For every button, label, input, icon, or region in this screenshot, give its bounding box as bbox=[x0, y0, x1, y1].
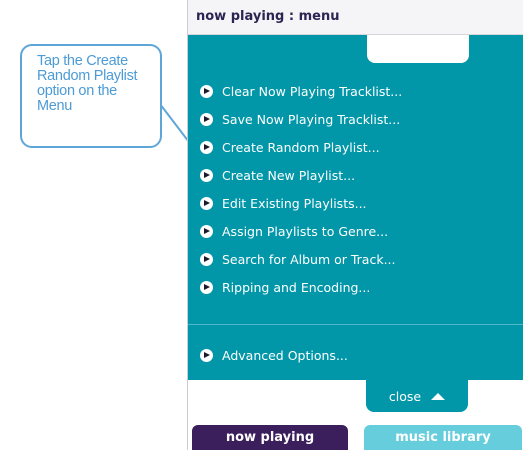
menu-item-clear-tracklist[interactable]: Clear Now Playing Tracklist... bbox=[200, 81, 402, 101]
tab-now-playing[interactable]: now playing bbox=[192, 425, 348, 450]
play-arrow-icon bbox=[200, 280, 213, 294]
play-arrow-icon bbox=[200, 112, 213, 126]
play-arrow-icon bbox=[200, 196, 213, 210]
close-label: close bbox=[388, 388, 422, 404]
menu-item-label: Create New Playlist... bbox=[222, 167, 356, 183]
tab-label: now playing bbox=[225, 430, 315, 445]
menu-item-label: Assign Playlists to Genre... bbox=[222, 223, 389, 239]
close-strip bbox=[188, 380, 523, 415]
play-arrow-icon bbox=[200, 84, 213, 98]
menu-item-save-tracklist[interactable]: Save Now Playing Tracklist... bbox=[200, 109, 400, 129]
play-arrow-icon bbox=[200, 168, 213, 182]
menu-tab-notch bbox=[367, 35, 469, 63]
menu-item-label: Clear Now Playing Tracklist... bbox=[222, 83, 403, 99]
menu-item-label: Save Now Playing Tracklist... bbox=[222, 111, 401, 127]
menu-item-label: Edit Existing Playlists... bbox=[222, 195, 367, 211]
tab-label: music library bbox=[395, 430, 491, 445]
play-arrow-icon bbox=[200, 140, 213, 154]
menu-item-advanced-options[interactable]: Advanced Options... bbox=[200, 345, 348, 365]
callout-text: Tap the Create Random Playlist option on… bbox=[37, 53, 138, 114]
device-panel: now playing : menu Clear Now Playing Tra… bbox=[187, 0, 523, 450]
menu-item-search-album-track[interactable]: Search for Album or Track... bbox=[200, 249, 396, 269]
play-arrow-icon bbox=[200, 252, 213, 266]
menu-item-edit-playlists[interactable]: Edit Existing Playlists... bbox=[200, 193, 367, 213]
menu-item-label: Search for Album or Track... bbox=[222, 251, 396, 267]
title-bar: now playing : menu bbox=[188, 0, 523, 35]
menu-item-create-new-playlist[interactable]: Create New Playlist... bbox=[200, 165, 355, 185]
menu-divider bbox=[188, 324, 523, 325]
tab-music-library[interactable]: music library bbox=[364, 425, 522, 450]
callout-box: Tap the Create Random Playlist option on… bbox=[20, 44, 162, 148]
menu-item-ripping-encoding[interactable]: Ripping and Encoding... bbox=[200, 277, 370, 297]
page-title: now playing : menu bbox=[196, 9, 340, 24]
menu-item-create-random-playlist[interactable]: Create Random Playlist... bbox=[200, 137, 380, 157]
menu-item-label: Create Random Playlist... bbox=[222, 139, 380, 155]
play-arrow-icon bbox=[200, 224, 213, 238]
play-arrow-icon bbox=[200, 348, 213, 362]
menu-item-assign-playlists-genre[interactable]: Assign Playlists to Genre... bbox=[200, 221, 388, 241]
triangle-up-icon bbox=[431, 392, 446, 400]
close-button[interactable]: close bbox=[366, 380, 468, 412]
menu-item-label: Advanced Options... bbox=[222, 347, 348, 363]
menu-item-label: Ripping and Encoding... bbox=[222, 279, 371, 295]
